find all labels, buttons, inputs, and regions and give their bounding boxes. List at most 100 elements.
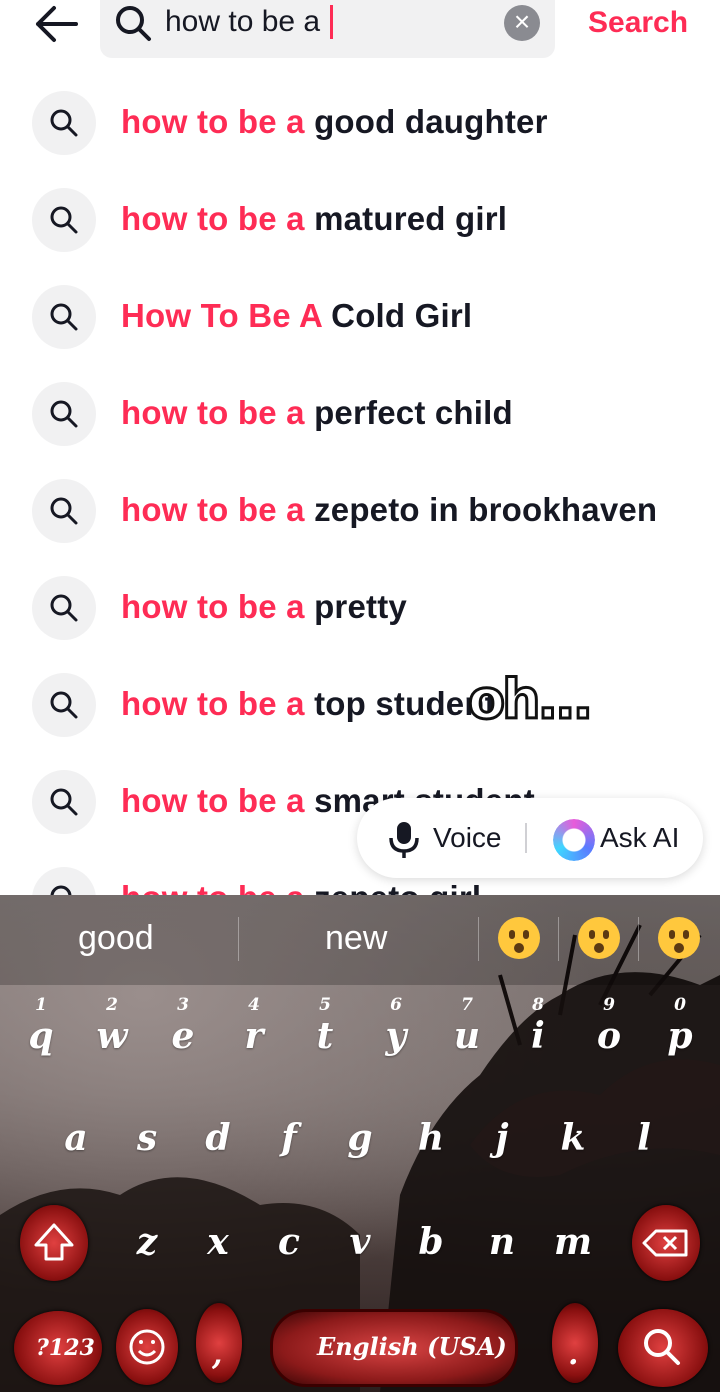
key-t[interactable]: t [305, 1015, 345, 1057]
keyboard: good new 1 2 3 4 5 6 7 8 9 0 q w e r t y… [0, 895, 720, 1392]
suggestion-rest: Cold Girl [321, 297, 473, 334]
suggestion-highlight: how to be a [121, 200, 305, 237]
keyboard-suggestion[interactable]: good [78, 919, 154, 958]
ask-ai-icon[interactable] [553, 819, 595, 861]
suggestion-divider [558, 917, 559, 961]
clear-icon[interactable]: × [504, 5, 540, 41]
suggestion-rest: pretty [304, 588, 407, 625]
keyboard-suggestion[interactable]: new [325, 919, 387, 958]
key-l[interactable]: l [624, 1117, 664, 1159]
key-number-hint: 9 [603, 995, 615, 1015]
search-icon [644, 1329, 680, 1365]
backspace-icon [642, 1229, 688, 1257]
search-icon [32, 285, 96, 349]
period-key-label: . [568, 1337, 579, 1372]
suggestion-divider [238, 917, 239, 961]
key-k[interactable]: k [553, 1117, 593, 1159]
suggestion-highlight: how to be a [121, 782, 305, 819]
suggestion-item[interactable]: How To Be A Cold Girl [0, 269, 720, 366]
flushed-face-icon[interactable] [658, 917, 700, 959]
key-j[interactable]: j [482, 1117, 522, 1159]
key-h[interactable]: h [411, 1117, 451, 1159]
suggestion-rest: perfect child [304, 394, 513, 431]
emoji-key[interactable] [116, 1309, 178, 1385]
search-icon [32, 867, 96, 895]
suggestion-item[interactable]: how to be a pretty [0, 560, 720, 657]
microphone-icon[interactable] [387, 820, 421, 860]
key-v[interactable]: v [340, 1221, 380, 1263]
key-number-hint: 0 [674, 995, 686, 1015]
search-icon [116, 6, 151, 41]
search-button[interactable]: Search [588, 6, 688, 40]
suggestion-item[interactable]: how to be a good daughter [0, 75, 720, 172]
key-number-hint: 5 [319, 995, 331, 1015]
key-p[interactable]: p [660, 1015, 700, 1057]
suggestion-rest: good daughter [304, 103, 548, 140]
period-key[interactable]: . [552, 1303, 598, 1383]
key-x[interactable]: x [198, 1221, 238, 1263]
search-query-text: how to be a [165, 5, 334, 39]
key-d[interactable]: d [198, 1117, 238, 1159]
oh-sticker: oh... [466, 667, 594, 733]
key-f[interactable]: f [269, 1117, 309, 1159]
suggestion-divider [638, 917, 639, 961]
key-m[interactable]: m [553, 1221, 593, 1263]
hushed-face-icon[interactable] [578, 917, 620, 959]
suggestion-rest: matured girl [304, 200, 508, 237]
key-number-hint: 8 [532, 995, 544, 1015]
search-icon [32, 479, 96, 543]
suggestion-highlight: how to be a [121, 103, 305, 140]
search-icon [32, 576, 96, 640]
suggestion-item[interactable]: how to be a top student [0, 657, 720, 754]
suggestion-highlight: How To Be A [121, 297, 322, 334]
key-e[interactable]: e [163, 1015, 203, 1057]
key-number-hint: 7 [461, 995, 473, 1015]
key-number-hint: 3 [177, 995, 189, 1015]
search-key[interactable] [618, 1309, 708, 1387]
shift-key[interactable] [20, 1205, 88, 1281]
suggestion-rest: zepeto in brookhaven [304, 491, 658, 528]
key-z[interactable]: z [127, 1221, 167, 1263]
suggestion-rest: zepeto girl [305, 879, 482, 895]
symbols-key[interactable]: ?123 [14, 1311, 102, 1385]
shift-arrow-icon [34, 1223, 74, 1261]
key-q[interactable]: q [21, 1015, 61, 1057]
key-i[interactable]: i [518, 1015, 558, 1057]
key-w[interactable]: w [92, 1015, 132, 1057]
suggestion-list: how to be a good daughter how to be a ma… [0, 75, 720, 895]
suggestion-highlight: how to be a [121, 685, 305, 722]
suggestion-highlight: how to be a [121, 588, 305, 625]
key-y[interactable]: y [376, 1015, 416, 1057]
comma-key[interactable]: , [196, 1303, 242, 1383]
key-n[interactable]: n [482, 1221, 522, 1263]
astonished-face-icon[interactable] [498, 917, 540, 959]
suggestion-item[interactable]: how to be a zepeto in brookhaven [0, 463, 720, 560]
pill-divider [525, 823, 527, 853]
key-o[interactable]: o [589, 1015, 629, 1057]
search-icon [32, 188, 96, 252]
key-u[interactable]: u [447, 1015, 487, 1057]
key-a[interactable]: a [56, 1117, 96, 1159]
suggestion-item[interactable]: how to be a matured girl [0, 172, 720, 269]
key-r[interactable]: r [234, 1015, 274, 1057]
key-number-hint: 4 [248, 995, 260, 1015]
space-key-label: English (USA) [317, 1332, 507, 1361]
suggestion-highlight: how to be a [121, 879, 305, 895]
key-c[interactable]: c [269, 1221, 309, 1263]
search-header: how to be a × Search [0, 0, 720, 70]
key-g[interactable]: g [340, 1117, 380, 1159]
space-key[interactable]: English (USA) [270, 1309, 518, 1387]
suggestion-item[interactable]: how to be a perfect child [0, 366, 720, 463]
backspace-key[interactable] [632, 1205, 700, 1281]
keyboard-suggestion-bar: good new [0, 895, 720, 985]
voice-button[interactable]: Voice [433, 822, 502, 854]
search-icon [32, 91, 96, 155]
ask-ai-button[interactable]: Ask AI [600, 822, 679, 854]
key-b[interactable]: b [411, 1221, 451, 1263]
comma-key-label: , [212, 1337, 223, 1372]
back-arrow-icon[interactable] [32, 2, 80, 46]
key-s[interactable]: s [127, 1117, 167, 1159]
search-input[interactable]: how to be a × [100, 0, 555, 58]
key-number-hint: 2 [106, 995, 118, 1015]
smiley-face-icon [129, 1329, 165, 1365]
